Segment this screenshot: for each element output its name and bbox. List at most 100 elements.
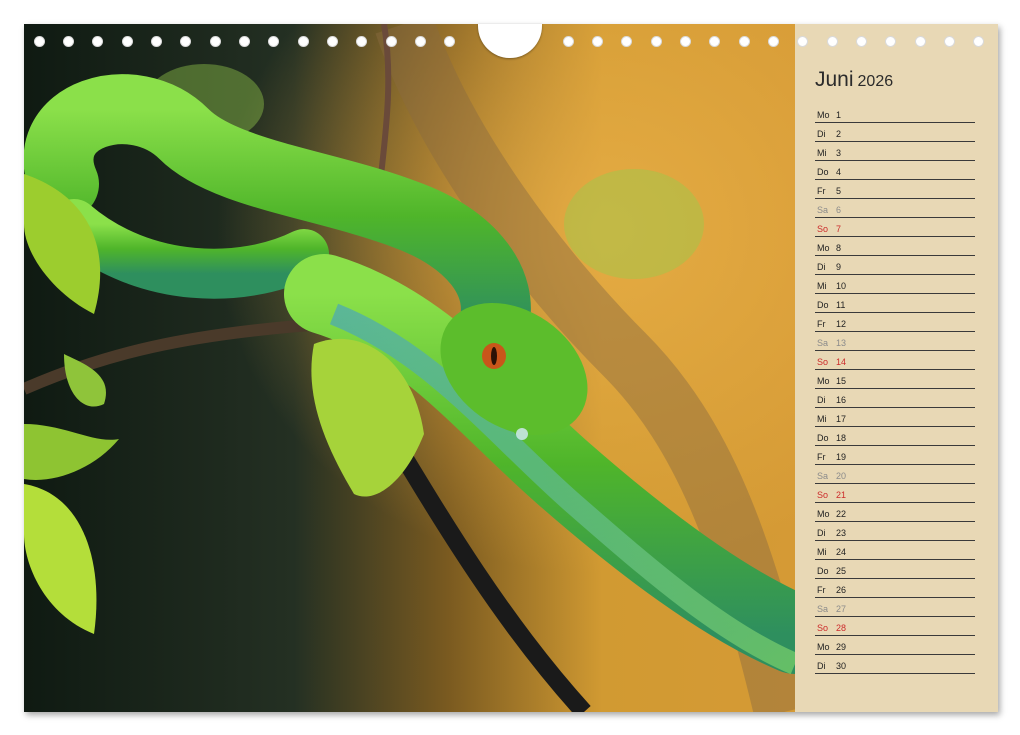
- day-number: 6: [836, 205, 842, 215]
- binding-hole: [651, 36, 662, 47]
- weekday-label: Fr: [817, 585, 826, 595]
- binding-hole: [180, 36, 191, 47]
- weekday-label: Fr: [817, 186, 826, 196]
- weekday-label: Mo: [817, 110, 830, 120]
- day-row: Fr 26: [815, 579, 975, 598]
- binding-hole: [856, 36, 867, 47]
- weekday-label: Mo: [817, 243, 830, 253]
- day-number: 30: [836, 661, 847, 671]
- weekday-label: So: [817, 490, 829, 500]
- day-number: 28: [836, 623, 847, 633]
- day-number: 5: [836, 186, 842, 196]
- binding-hole: [268, 36, 279, 47]
- day-number: 14: [836, 357, 847, 367]
- weekday-label: Do: [817, 433, 829, 443]
- day-number: 23: [836, 528, 847, 538]
- weekday-label: Do: [817, 167, 829, 177]
- binding-hole: [444, 36, 455, 47]
- binding-hole: [327, 36, 338, 47]
- binding-hole: [739, 36, 750, 47]
- day-number: 4: [836, 167, 842, 177]
- day-row: Mo 15: [815, 370, 975, 389]
- day-row: Sa 13: [815, 332, 975, 351]
- snake-photo: [24, 24, 795, 712]
- binding-hole: [592, 36, 603, 47]
- day-row: Mi 24: [815, 541, 975, 560]
- day-number: 26: [836, 585, 847, 595]
- binding-hole: [122, 36, 133, 47]
- weekday-label: So: [817, 224, 829, 234]
- weekday-label: Mo: [817, 376, 830, 386]
- binding-hole: [210, 36, 221, 47]
- binding-hole: [827, 36, 838, 47]
- day-number: 13: [836, 338, 847, 348]
- weekday-label: Do: [817, 300, 829, 310]
- day-row: So 14: [815, 351, 975, 370]
- day-number: 17: [836, 414, 847, 424]
- binding-hole: [386, 36, 397, 47]
- weekday-label: Sa: [817, 471, 829, 481]
- day-number: 2: [836, 129, 842, 139]
- binding-hole: [973, 36, 984, 47]
- weekday-label: Mo: [817, 509, 830, 519]
- weekday-label: Di: [817, 129, 826, 139]
- day-number: 21: [836, 490, 847, 500]
- day-number: 8: [836, 243, 842, 253]
- month-title: Juni 2026: [815, 68, 893, 92]
- day-number: 25: [836, 566, 847, 576]
- weekday-label: Sa: [817, 205, 829, 215]
- weekday-label: Mi: [817, 414, 827, 424]
- weekday-label: So: [817, 357, 829, 367]
- weekday-label: Di: [817, 262, 826, 272]
- binding-hole: [63, 36, 74, 47]
- binding-hole: [885, 36, 896, 47]
- weekday-label: Fr: [817, 319, 826, 329]
- day-row: Do 11: [815, 294, 975, 313]
- day-number: 10: [836, 281, 847, 291]
- binding-hole: [680, 36, 691, 47]
- day-row: So 21: [815, 484, 975, 503]
- day-number: 15: [836, 376, 847, 386]
- weekday-label: Mi: [817, 547, 827, 557]
- day-row: Mi 10: [815, 275, 975, 294]
- day-number: 22: [836, 509, 847, 519]
- day-row: Fr 12: [815, 313, 975, 332]
- binding-hole: [797, 36, 808, 47]
- weekday-label: Di: [817, 395, 826, 405]
- binding-hole: [151, 36, 162, 47]
- day-number: 12: [836, 319, 847, 329]
- day-number: 29: [836, 642, 847, 652]
- weekday-label: Mo: [817, 642, 830, 652]
- binding-hole: [356, 36, 367, 47]
- binding-hole: [621, 36, 632, 47]
- binding-hole: [944, 36, 955, 47]
- day-row: Di 16: [815, 389, 975, 408]
- weekday-label: Mi: [817, 148, 827, 158]
- day-number: 27: [836, 604, 847, 614]
- day-row: Sa 6: [815, 199, 975, 218]
- binding-hole: [415, 36, 426, 47]
- day-row: Do 18: [815, 427, 975, 446]
- day-row: Mo 22: [815, 503, 975, 522]
- day-row: Do 4: [815, 161, 975, 180]
- day-row: Di 30: [815, 655, 975, 674]
- binding-hole: [34, 36, 45, 47]
- binding-hole: [915, 36, 926, 47]
- day-row: Mo 8: [815, 237, 975, 256]
- day-number: 9: [836, 262, 842, 272]
- day-list: Mo 1 Di 2 Mi 3 Do 4 Fr 5 Sa 6 So 7 Mo 8 Di 9 Mi 10 Do 11 Fr 12 S…: [815, 104, 975, 674]
- day-row: Di 23: [815, 522, 975, 541]
- day-number: 19: [836, 452, 847, 462]
- day-row: Do 25: [815, 560, 975, 579]
- binding-hole: [239, 36, 250, 47]
- weekday-label: So: [817, 623, 829, 633]
- weekday-label: Di: [817, 661, 826, 671]
- day-number: 7: [836, 224, 842, 234]
- binding-hole: [92, 36, 103, 47]
- day-number: 16: [836, 395, 847, 405]
- day-row: Fr 19: [815, 446, 975, 465]
- day-row: Mo 1: [815, 104, 975, 123]
- day-row: Mi 17: [815, 408, 975, 427]
- day-number: 20: [836, 471, 847, 481]
- day-row: Sa 27: [815, 598, 975, 617]
